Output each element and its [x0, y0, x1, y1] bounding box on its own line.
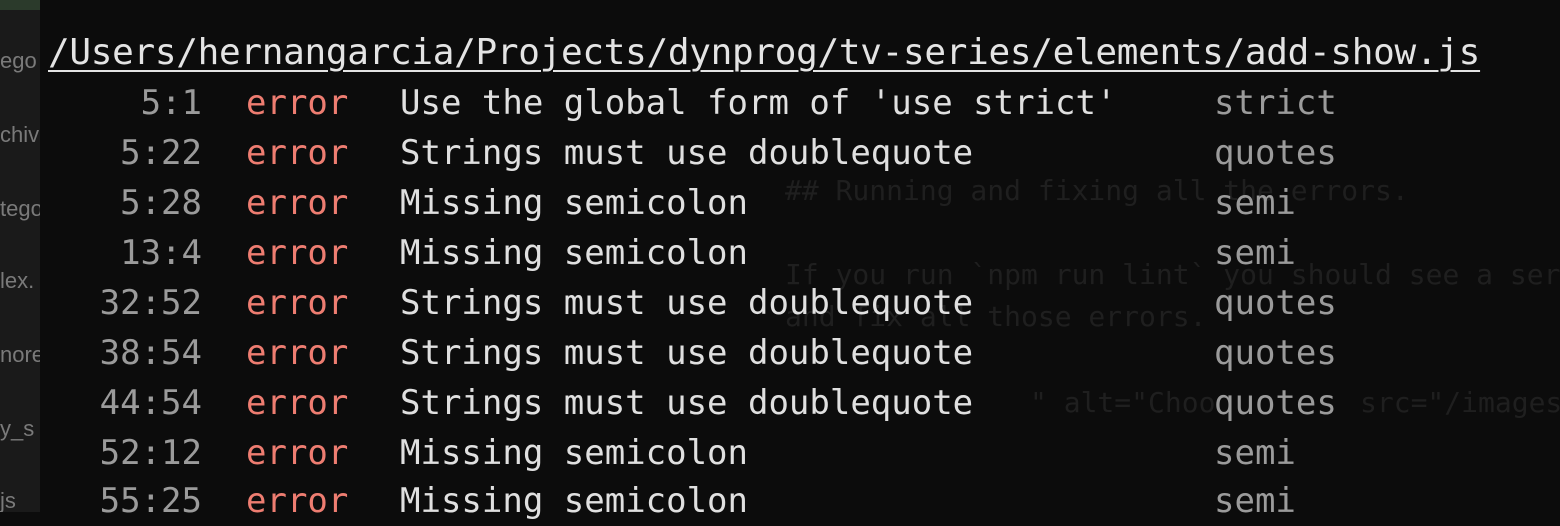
error-severity: error — [246, 481, 349, 521]
error-rule: quotes — [1214, 283, 1337, 323]
editor-sidebar: ego chive tegories lex. nore y_s js — [0, 0, 40, 512]
error-message: Missing semicolon — [400, 481, 748, 521]
error-rule: quotes — [1214, 133, 1337, 173]
lint-error-row: 38:54 error Strings must use doublequote… — [40, 328, 1560, 378]
error-location: 5:28 — [120, 183, 202, 223]
error-location: 5:22 — [120, 133, 202, 173]
error-message: Missing semicolon — [400, 183, 748, 223]
error-severity: error — [246, 283, 349, 323]
error-rule: quotes — [1214, 383, 1337, 423]
lint-error-row: 5:1 error Use the global form of 'use st… — [40, 78, 1560, 128]
error-severity: error — [246, 83, 349, 123]
error-location: 52:12 — [99, 433, 202, 473]
error-location: 55:25 — [99, 481, 202, 521]
lint-error-row: 32:52 error Strings must use doublequote… — [40, 278, 1560, 328]
error-message: Use the global form of 'use strict' — [400, 83, 1117, 123]
error-severity: error — [246, 183, 349, 223]
error-rule: semi — [1214, 433, 1296, 473]
error-rule: strict — [1214, 83, 1337, 123]
error-rule: semi — [1214, 481, 1296, 521]
error-message: Missing semicolon — [400, 433, 748, 473]
error-message: Missing semicolon — [400, 233, 748, 273]
lint-error-row: 13:4 error Missing semicolon semi — [40, 228, 1560, 278]
error-severity: error — [246, 333, 349, 373]
error-rule: semi — [1214, 233, 1296, 273]
sidebar-item[interactable]: lex. — [0, 268, 34, 294]
error-severity: error — [246, 383, 349, 423]
sidebar-item[interactable]: nore — [0, 342, 40, 368]
error-location: 5:1 — [140, 83, 202, 123]
sidebar-marker — [0, 0, 40, 10]
sidebar-item[interactable]: y_s — [0, 416, 34, 442]
error-severity: error — [246, 133, 349, 173]
error-location: 38:54 — [99, 333, 202, 373]
error-severity: error — [246, 233, 349, 273]
sidebar-item[interactable]: ego — [0, 48, 37, 74]
error-location: 13:4 — [120, 233, 202, 273]
lint-error-row: 5:28 error Missing semicolon semi — [40, 178, 1560, 228]
sidebar-item[interactable]: js — [0, 488, 16, 512]
lint-error-row: 52:12 error Missing semicolon semi — [40, 428, 1560, 478]
sidebar-item[interactable]: chive — [0, 122, 40, 148]
file-path-link[interactable]: /Users/hernangarcia/Projects/dynprog/tv-… — [48, 32, 1480, 73]
lint-error-row: 44:54 error Strings must use doublequote… — [40, 378, 1560, 428]
error-location: 32:52 — [99, 283, 202, 323]
error-message: Strings must use doublequote — [400, 333, 974, 373]
lint-error-row: 5:22 error Strings must use doublequote … — [40, 128, 1560, 178]
error-location: 44:54 — [99, 383, 202, 423]
sidebar-item[interactable]: tegories — [0, 196, 40, 222]
error-message: Strings must use doublequote — [400, 383, 974, 423]
lint-error-row: 55:25 error Missing semicolon semi — [40, 476, 1560, 526]
error-message: Strings must use doublequote — [400, 133, 974, 173]
error-message: Strings must use doublequote — [400, 283, 974, 323]
error-rule: quotes — [1214, 333, 1337, 373]
error-severity: error — [246, 433, 349, 473]
error-rule: semi — [1214, 183, 1296, 223]
terminal-window[interactable]: /Users/hernangarcia/Projects/dynprog/tv-… — [40, 0, 1560, 521]
